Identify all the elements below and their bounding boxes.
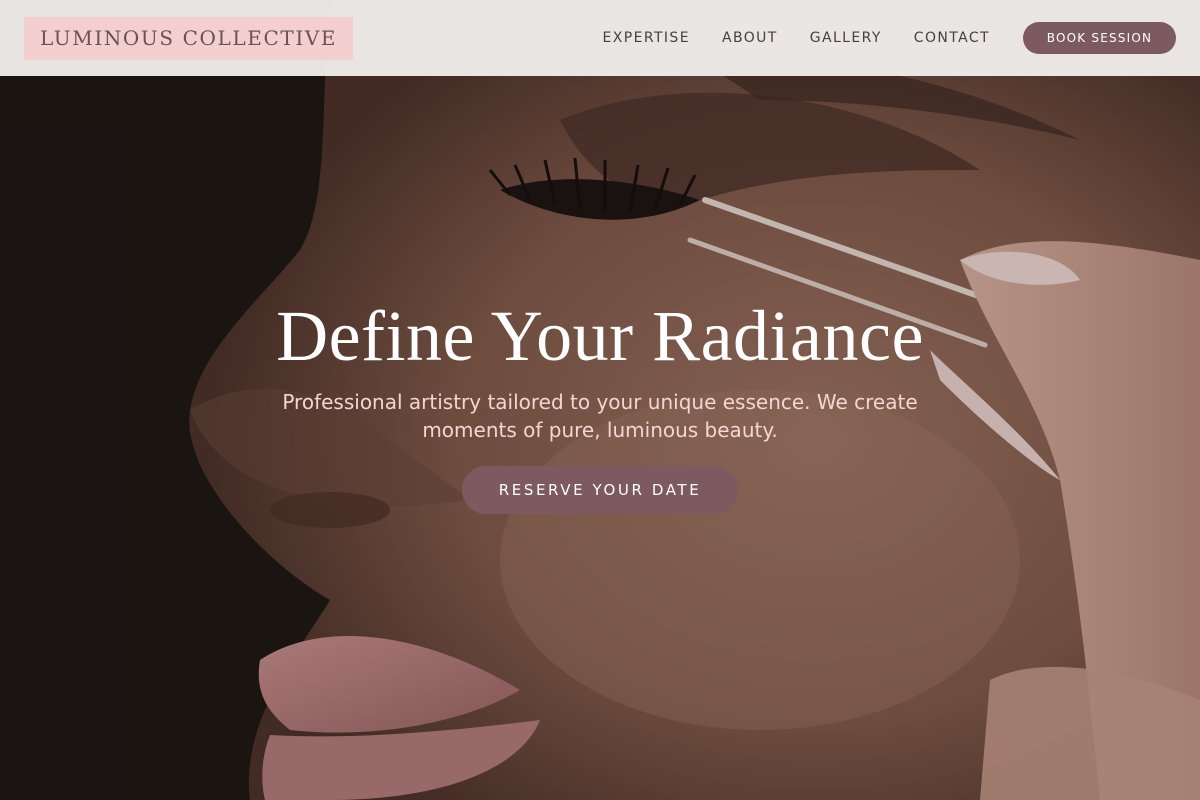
- book-session-button[interactable]: BOOK SESSION: [1023, 22, 1176, 54]
- hero-subtitle: Professional artistry tailored to your u…: [282, 390, 918, 442]
- nav-link-about[interactable]: ABOUT: [722, 30, 778, 46]
- reserve-date-button[interactable]: RESERVE YOUR DATE: [462, 466, 738, 514]
- main-nav: EXPERTISE ABOUT GALLERY CONTACT BOOK SES…: [603, 22, 1176, 54]
- hero-title: Define Your Radiance: [276, 296, 924, 376]
- hero-content: Define Your Radiance Professional artist…: [0, 290, 1200, 514]
- brand-logo[interactable]: LUMINOUS COLLECTIVE: [24, 16, 354, 60]
- nav-link-gallery[interactable]: GALLERY: [810, 30, 882, 46]
- nav-link-expertise[interactable]: EXPERTISE: [603, 30, 690, 46]
- nav-link-contact[interactable]: CONTACT: [914, 30, 990, 46]
- site-header: LUMINOUS COLLECTIVE EXPERTISE ABOUT GALL…: [0, 0, 1200, 76]
